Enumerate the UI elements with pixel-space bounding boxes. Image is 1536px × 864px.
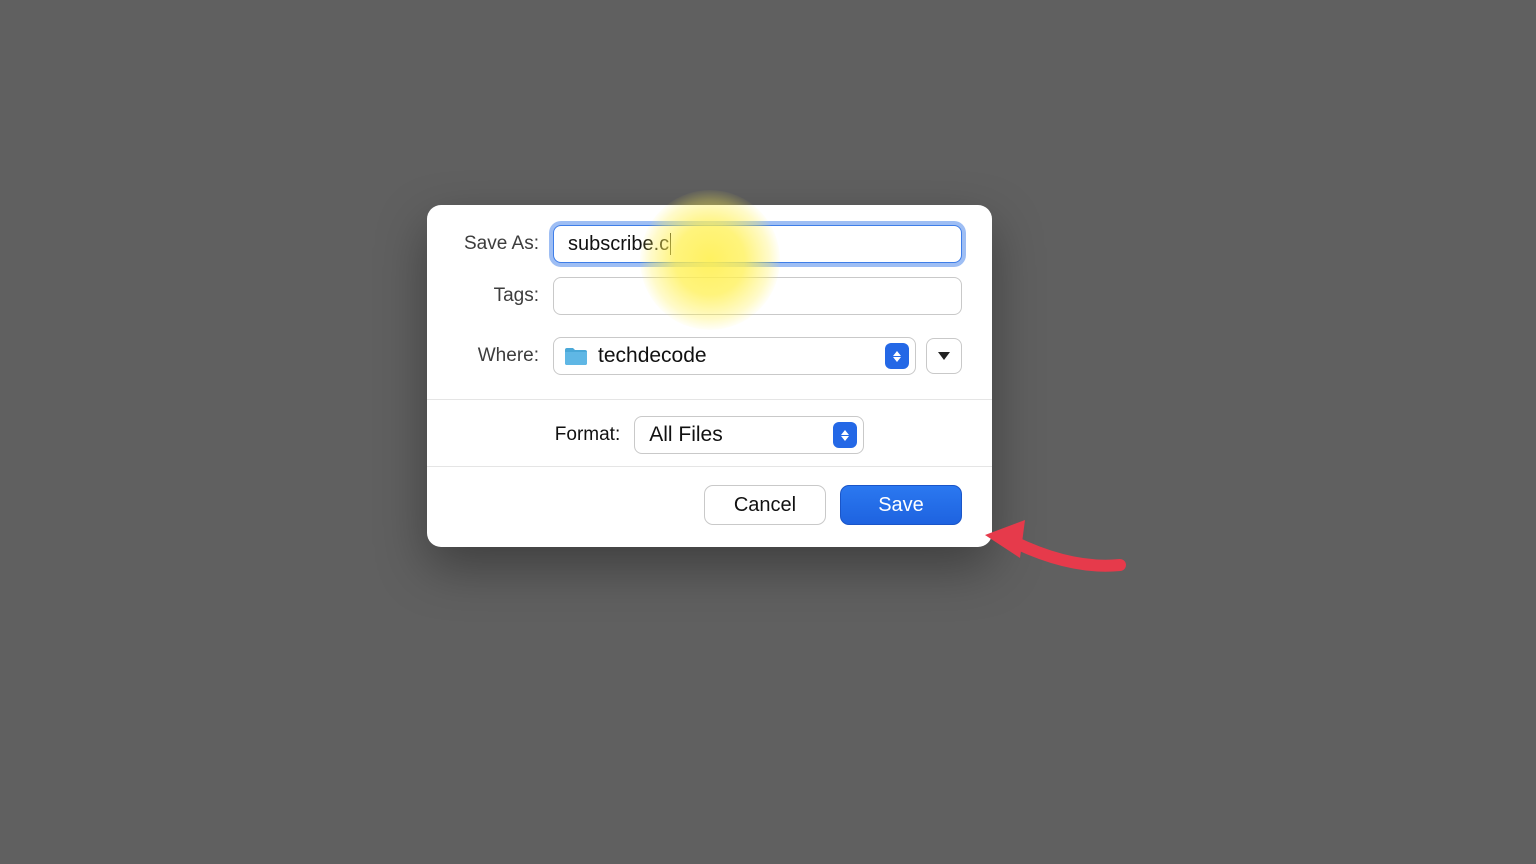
save-as-value: subscribe.c — [568, 233, 669, 256]
where-select[interactable]: techdecode — [553, 337, 916, 375]
button-bar: Cancel Save — [427, 467, 992, 547]
save-button[interactable]: Save — [840, 485, 962, 525]
where-label: Where: — [457, 345, 553, 367]
format-section: Format: All Files — [427, 399, 992, 467]
tags-input[interactable] — [553, 277, 962, 315]
expand-button[interactable] — [926, 338, 962, 374]
save-as-input[interactable]: subscribe.c — [553, 225, 962, 263]
folder-icon — [564, 346, 588, 366]
cancel-button[interactable]: Cancel — [704, 485, 826, 525]
format-value: All Files — [649, 423, 833, 447]
text-caret — [670, 233, 671, 255]
updown-icon — [833, 422, 857, 448]
save-as-label: Save As: — [457, 233, 553, 255]
where-folder-name: techdecode — [598, 344, 885, 368]
save-dialog: Save As: subscribe.c Tags: Where: — [427, 205, 992, 547]
updown-icon — [885, 343, 909, 369]
format-select[interactable]: All Files — [634, 416, 864, 454]
format-label: Format: — [555, 424, 620, 446]
tags-label: Tags: — [457, 285, 553, 307]
chevron-down-icon — [938, 352, 950, 360]
save-dialog-top: Save As: subscribe.c Tags: Where: — [427, 205, 992, 399]
arrow-annotation — [970, 510, 1130, 580]
